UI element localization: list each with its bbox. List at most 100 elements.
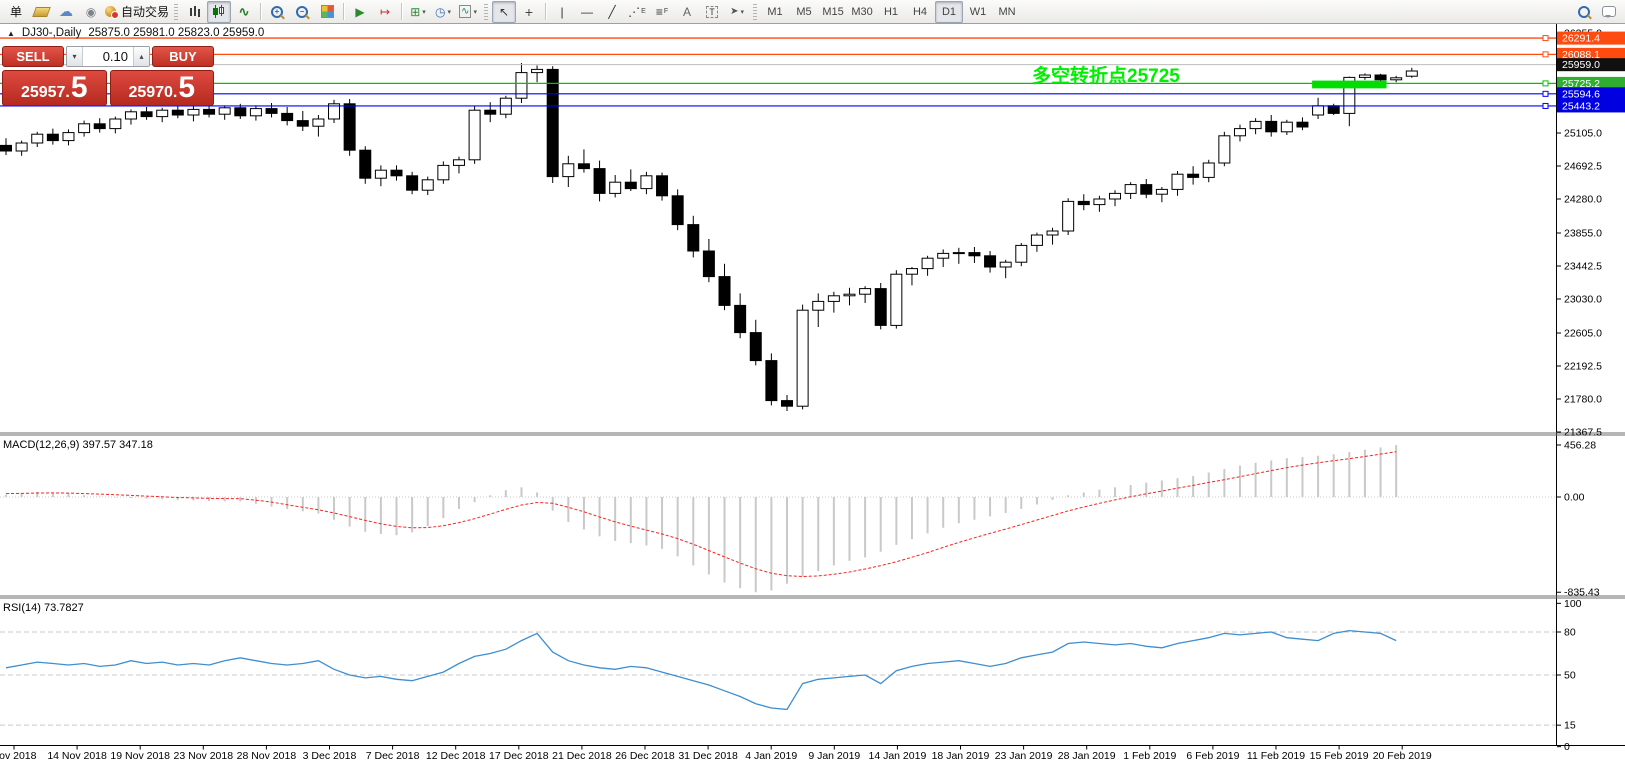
autotrade-button[interactable]: 自动交易 xyxy=(104,1,170,23)
text-icon[interactable]: A xyxy=(675,1,699,23)
chart-title: ▲ DJ30-,Daily 25875.0 25981.0 25823.0 25… xyxy=(7,27,264,39)
arrows-glyph: ➤ xyxy=(730,6,738,17)
buy-price-frac: 5 xyxy=(178,71,195,105)
wave-glyph: ∿ xyxy=(239,4,250,20)
indicators-button[interactable]: ∿▾ xyxy=(456,1,480,23)
volume-spinner: ▾ 0.10 ▴ xyxy=(66,46,150,67)
svg-text:28 Jan 2019: 28 Jan 2019 xyxy=(1058,750,1116,762)
search-icon[interactable] xyxy=(1572,1,1596,23)
arrow-objects-icon[interactable]: ➤▾ xyxy=(725,1,749,23)
volume-increase-button[interactable]: ▴ xyxy=(133,47,149,66)
chart-canvas[interactable]: 26355.025105.024692.524280.023855.023442… xyxy=(0,0,1625,776)
toolbar-grip[interactable] xyxy=(753,4,757,20)
channel-sub-e: E xyxy=(641,8,646,15)
collapse-marker-icon[interactable]: ▲ xyxy=(7,29,15,38)
chat-bubble-glyph xyxy=(1602,6,1616,17)
vertical-line-icon[interactable]: | xyxy=(550,1,574,23)
toolbar-separator xyxy=(343,3,344,20)
clock-icon: ◷ xyxy=(435,5,445,19)
chat-icon[interactable] xyxy=(1597,1,1621,23)
svg-text:12 Dec 2018: 12 Dec 2018 xyxy=(426,750,486,762)
svg-text:24692.5: 24692.5 xyxy=(1564,161,1602,173)
bar-chart-icon[interactable] xyxy=(182,1,206,23)
timeframe-m5[interactable]: M5 xyxy=(790,1,818,23)
chart-shift-icon[interactable]: ↦ xyxy=(373,1,397,23)
svg-text:1 Feb 2019: 1 Feb 2019 xyxy=(1123,750,1176,762)
fibo-sub-f: F xyxy=(664,8,668,15)
timeframe-m15[interactable]: M15 xyxy=(819,1,847,23)
date-axis[interactable]: Nov 201814 Nov 201819 Nov 201823 Nov 201… xyxy=(0,746,1432,763)
timeframe-h4[interactable]: H4 xyxy=(906,1,934,23)
svg-text:22605.0: 22605.0 xyxy=(1564,328,1602,340)
svg-text:21367.5: 21367.5 xyxy=(1564,427,1602,439)
fibonacci-icon[interactable]: ≡F xyxy=(650,1,674,23)
dropdown-arrow-icon: ▾ xyxy=(740,8,744,16)
buy-button[interactable]: BUY xyxy=(152,46,214,67)
dropdown-arrow-icon: ▾ xyxy=(473,8,477,16)
magnifier-plus: + xyxy=(271,6,283,18)
timeframe-m1[interactable]: M1 xyxy=(761,1,789,23)
new-chart-button[interactable]: ⊞▾ xyxy=(406,1,430,23)
volume-decrease-button[interactable]: ▾ xyxy=(67,47,83,66)
text-label-icon[interactable]: T xyxy=(700,1,724,23)
trend-line-icon[interactable]: ╱ xyxy=(600,1,624,23)
zoom-out-icon[interactable]: − xyxy=(290,1,314,23)
candlestick-series xyxy=(1,63,1418,411)
annotation-text[interactable]: 多空转折点25725 xyxy=(1032,64,1180,87)
toolbar-grip[interactable] xyxy=(484,4,488,20)
timeframe-mn[interactable]: MN xyxy=(993,1,1021,23)
macd-label: MACD(12,26,9) 397.57 347.18 xyxy=(3,439,153,451)
svg-text:80: 80 xyxy=(1564,627,1576,639)
dropdown-arrow-icon: ▾ xyxy=(422,8,426,16)
svg-text:25105.0: 25105.0 xyxy=(1564,128,1602,140)
svg-text:26291.4: 26291.4 xyxy=(1562,33,1600,45)
magnifier-glyph xyxy=(1578,6,1590,18)
tile-windows-icon[interactable] xyxy=(315,1,339,23)
svg-text:28 Nov 2018: 28 Nov 2018 xyxy=(237,750,297,762)
equidistant-channel-icon[interactable]: ⋰E xyxy=(625,1,649,23)
gold-ingot-shape xyxy=(32,7,51,17)
new-order-button[interactable]: 单 xyxy=(4,1,28,23)
timeframe-h1[interactable]: H1 xyxy=(877,1,905,23)
line-chart-icon[interactable]: ∿ xyxy=(232,1,256,23)
highlight-rectangle[interactable] xyxy=(1312,81,1386,89)
svg-text:26 Dec 2018: 26 Dec 2018 xyxy=(615,750,675,762)
price-line-25959.0[interactable]: 25959.0 xyxy=(0,58,1625,71)
svg-text:50: 50 xyxy=(1564,670,1576,682)
buy-price-display[interactable]: 25970.5 xyxy=(110,70,215,106)
svg-text:18 Jan 2019: 18 Jan 2019 xyxy=(932,750,990,762)
sell-button[interactable]: SELL xyxy=(2,46,64,67)
toolbar-separator xyxy=(545,3,546,20)
horizontal-line-icon[interactable]: — xyxy=(575,1,599,23)
signal-glyph: ◉ xyxy=(86,5,96,19)
candlestick-chart-icon[interactable] xyxy=(207,1,231,23)
sell-price-display[interactable]: 25957.5 xyxy=(2,70,107,106)
svg-text:11 Feb 2019: 11 Feb 2019 xyxy=(1247,750,1305,762)
timeframe-d1[interactable]: D1 xyxy=(935,1,963,23)
auto-scroll-icon[interactable]: ▶ xyxy=(348,1,372,23)
svg-text:0.00: 0.00 xyxy=(1564,492,1585,504)
volume-input[interactable]: 0.10 xyxy=(83,47,133,66)
price-line-26088.1[interactable]: 26088.1 xyxy=(0,48,1625,61)
profiles-button[interactable]: ◷▾ xyxy=(431,1,455,23)
toolbar-grip[interactable] xyxy=(174,4,178,20)
svg-text:15: 15 xyxy=(1564,720,1576,732)
cursor-icon[interactable]: ↖ xyxy=(492,1,516,23)
signal-icon[interactable]: ◉ xyxy=(79,1,103,23)
gold-bar-icon[interactable] xyxy=(29,1,53,23)
cloud-glyph: ☁ xyxy=(59,3,73,20)
svg-text:25959.0: 25959.0 xyxy=(1562,59,1600,71)
crosshair-icon[interactable]: + xyxy=(517,1,541,23)
shift-glyph: ↦ xyxy=(380,5,390,19)
zoom-in-icon[interactable]: + xyxy=(265,1,289,23)
charts-cloud-icon[interactable]: ☁ xyxy=(54,1,78,23)
candles-glyph xyxy=(213,5,225,18)
toolbar-separator xyxy=(260,3,261,20)
trading-terminal-window: 单 ☁ ◉ 自动交易 ∿ + − ▶ ↦ ⊞▾ ◷▾ ∿▾ ↖ + | — ╱ … xyxy=(0,0,1625,776)
ohlc-values: 25875.0 25981.0 25823.0 25959.0 xyxy=(88,27,264,39)
svg-text:3 Dec 2018: 3 Dec 2018 xyxy=(303,750,357,762)
svg-text:6 Feb 2019: 6 Feb 2019 xyxy=(1186,750,1239,762)
timeframe-w1[interactable]: W1 xyxy=(964,1,992,23)
price-line-25594.6[interactable]: 25594.6 xyxy=(0,87,1625,100)
timeframe-m30[interactable]: M30 xyxy=(848,1,876,23)
